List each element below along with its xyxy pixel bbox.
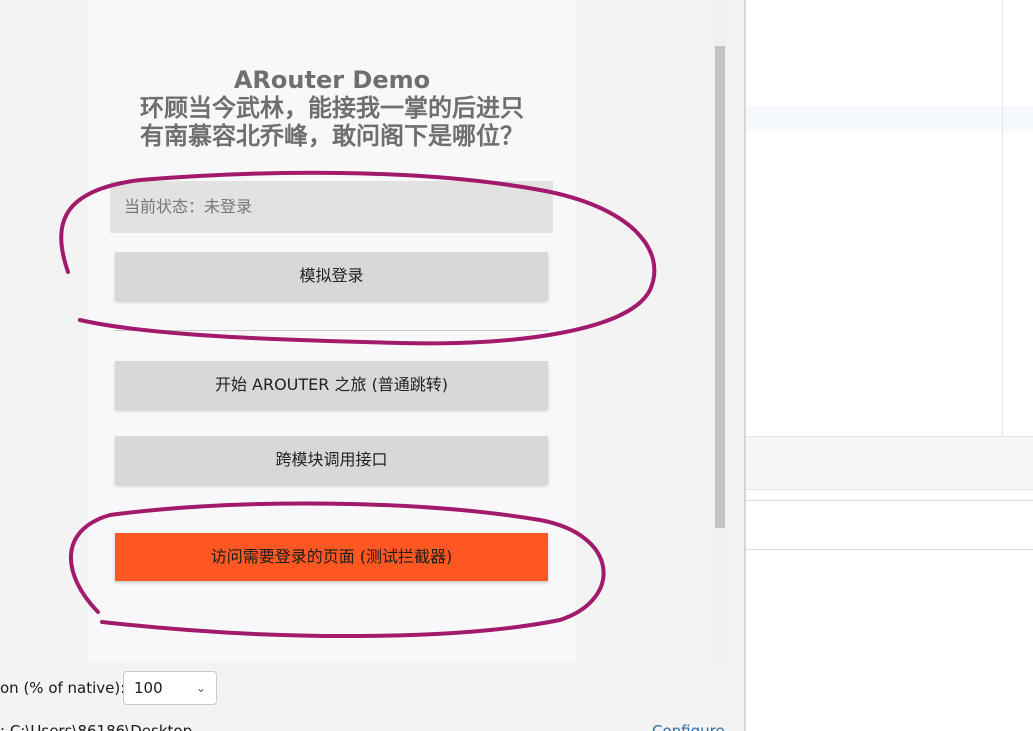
editor-panel-band [746,436,1033,490]
editor-input-strip[interactable] [746,500,1033,550]
mock-login-button[interactable]: 模拟登录 [115,252,548,300]
resolution-select[interactable]: 100 ⌄ [123,671,217,705]
title-line-2: 环顾当今武林，能接我一掌的后进只 [140,94,524,122]
page-title: ARouter Demo 环顾当今武林，能接我一掌的后进只 有南慕容北乔峰，敢问… [88,66,576,150]
scrollbar-thumb[interactable] [715,46,725,528]
login-status: 当前状态：未登录 [110,181,553,233]
title-line-1: ARouter Demo [233,66,431,94]
editor-margin-line [1002,0,1003,436]
interceptor-test-button[interactable]: 访问需要登录的页面 (测试拦截器) [115,533,548,581]
resolution-label: on (% of native): [0,679,126,697]
configure-link[interactable]: Configure [652,722,725,731]
editor-current-line [746,106,1033,132]
screen: ARouter Demo 环顾当今武林，能接我一掌的后进只 有南慕容北乔峰，敢问… [0,0,1033,731]
phone-screen: ARouter Demo 环顾当今武林，能接我一掌的后进只 有南慕容北乔峰，敢问… [88,0,576,662]
resolution-value: 100 [134,679,163,697]
chevron-down-icon: ⌄ [195,681,206,695]
section-divider [115,330,548,331]
editor-pane [746,0,1033,731]
cross-module-button[interactable]: 跨模块调用接口 [115,436,548,484]
title-line-3: 有南慕容北乔峰，敢问阁下是哪位？ [140,122,524,150]
snapshot-path: : C:\Users\86186\Desktop [0,722,193,731]
start-arouter-button[interactable]: 开始 AROUTER 之旅 (普通跳转) [115,361,548,409]
